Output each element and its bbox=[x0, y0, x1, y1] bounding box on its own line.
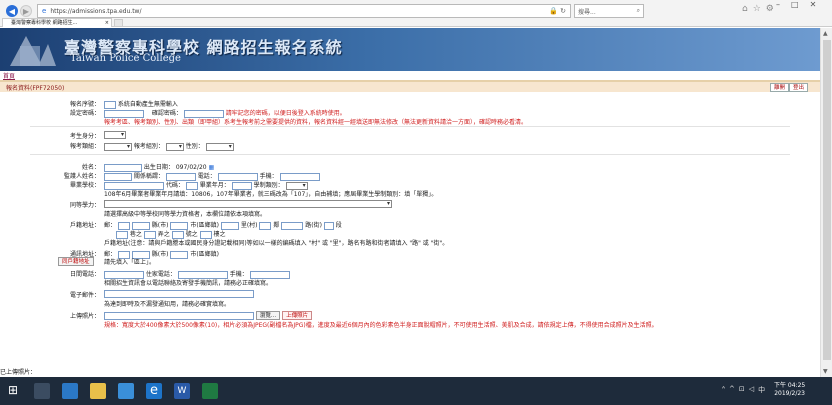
upload-button[interactable]: 上傳照片 bbox=[282, 311, 313, 320]
browse-button[interactable]: 瀏覽... bbox=[255, 311, 281, 320]
neighbor-field[interactable] bbox=[259, 221, 272, 230]
category-select[interactable] bbox=[104, 142, 132, 151]
new-tab-button[interactable] bbox=[114, 19, 123, 27]
person-icon[interactable]: ᴬ bbox=[722, 385, 725, 395]
site-banner: 臺灣警察專科學校 網路招生報名系統 Taiwan Police College bbox=[0, 28, 820, 71]
address-bar[interactable]: e https://admissions.tpa.edu.tw/ 🔒 ↻ bbox=[37, 4, 571, 18]
back-arrow-icon[interactable]: ◀ bbox=[6, 5, 18, 17]
leave-button[interactable]: 離開 bbox=[770, 83, 790, 92]
store-icon[interactable] bbox=[118, 383, 134, 399]
home-icon[interactable]: ⌂ bbox=[742, 4, 748, 14]
road-field[interactable] bbox=[281, 221, 304, 230]
browser-chrome: ◀ ▶ e https://admissions.tpa.edu.tw/ 🔒 ↻… bbox=[0, 0, 832, 27]
network-icon[interactable]: ⊡ bbox=[739, 385, 745, 395]
search-icon[interactable]: ⌕ bbox=[637, 7, 640, 15]
browser-tools: ⌂ ☆ ⚙ bbox=[742, 4, 774, 14]
logout-button[interactable]: 登出 bbox=[789, 83, 809, 92]
photo-note: 規格：寬度大於400像素大於500像素(10)，相片必須為JPEG(副檔名為JP… bbox=[104, 322, 658, 329]
close-icon[interactable]: ✕ bbox=[810, 0, 817, 9]
equivalent-note: 請選擇高級中等學校同等學力資格者，本欄位請依本項填寫。 bbox=[104, 211, 267, 218]
forward-arrow-icon[interactable]: ▶ bbox=[20, 5, 32, 17]
url-text: https://admissions.tpa.edu.tw/ bbox=[50, 7, 142, 15]
phone-note: 相關招生資訊會以電話聯絡及寄發手機簡訊，請務必正確填寫。 bbox=[104, 280, 273, 287]
banner-subtitle: Taiwan Police College bbox=[70, 53, 181, 64]
ie-logo-icon: e bbox=[42, 7, 47, 15]
browser-tab[interactable]: 臺灣警察專科學校 網路招生... × bbox=[2, 18, 112, 27]
identity-select[interactable] bbox=[104, 131, 126, 139]
gender-select[interactable] bbox=[205, 142, 234, 151]
password-warning: 報考考區、報考類別、性別、出類（即甲組）系考生報考前之需要提供的資料，報名資料經… bbox=[104, 119, 528, 126]
desktop-icon[interactable] bbox=[62, 383, 78, 399]
birth-value: 097/02/20 bbox=[175, 164, 207, 171]
section-title: 報名資料(FPF72050) bbox=[6, 84, 65, 92]
home-link[interactable]: 首頁 bbox=[0, 71, 15, 80]
uploaded-label: 已上傳照片： bbox=[0, 369, 37, 376]
page-content: 臺灣警察專科學校 網路招生報名系統 Taiwan Police College … bbox=[0, 28, 820, 377]
windows-start-icon[interactable]: ⊞ bbox=[8, 383, 24, 399]
excel-icon[interactable] bbox=[202, 383, 218, 399]
section-bar: 報名資料(FPF72050) 離開 登出 bbox=[0, 80, 820, 92]
task-view-icon[interactable] bbox=[34, 383, 50, 399]
ie-browser-icon[interactable]: e bbox=[146, 383, 162, 399]
system-tray: ᴬ ^ ⊡ ◁ 中 bbox=[722, 385, 765, 395]
calendar-icon[interactable]: ▦ bbox=[209, 164, 215, 171]
same-address-button[interactable]: 同戶籍地址 bbox=[58, 257, 94, 266]
star-icon[interactable]: ☆ bbox=[753, 4, 761, 14]
tab-close-icon[interactable]: × bbox=[105, 19, 109, 27]
maximize-icon[interactable]: □ bbox=[791, 0, 799, 9]
divider bbox=[30, 154, 790, 155]
chevron-up-icon[interactable]: ^ bbox=[729, 385, 735, 395]
mail-note: 請先填入「區上」。 bbox=[104, 259, 156, 266]
address-note: 戶籍地址(注意：請與戶籍謄本或國民身分證記載相同)等如以一樣的編碼填入 "村" … bbox=[104, 240, 449, 247]
scroll-up-icon[interactable]: ▲ bbox=[823, 30, 828, 37]
police-emblem-icon bbox=[10, 36, 56, 66]
lock-refresh-icon[interactable]: 🔒 ↻ bbox=[549, 7, 566, 15]
window-controls: – □ ✕ bbox=[776, 0, 816, 9]
taskbar: ⊞ e W ᴬ ^ ⊡ ◁ 中 下午 04:25 2019/2/23 bbox=[0, 377, 832, 405]
equivalent-select[interactable] bbox=[104, 200, 392, 208]
page-scrollbar[interactable]: ▲ ▼ bbox=[820, 28, 832, 377]
divider bbox=[30, 126, 790, 127]
photo-path-field[interactable] bbox=[104, 311, 254, 320]
email-note: 為達到即時及不漏發通知用，請務必確實填寫。 bbox=[104, 301, 231, 308]
email-field[interactable] bbox=[104, 290, 254, 298]
school-note: 108年6月畢業者畢業年月請填：10806，107年畢業者，就三碼改為「107」… bbox=[104, 191, 438, 198]
ime-icon[interactable]: 中 bbox=[758, 385, 765, 395]
clock[interactable]: 下午 04:25 2019/2/23 bbox=[774, 382, 805, 398]
search-input[interactable]: 搜尋... ⌕ bbox=[574, 4, 644, 18]
mail-district-field[interactable] bbox=[170, 250, 189, 259]
subject-select[interactable] bbox=[165, 142, 184, 151]
scroll-thumb[interactable] bbox=[823, 40, 831, 360]
file-explorer-icon[interactable] bbox=[90, 383, 106, 399]
gear-icon[interactable]: ⚙ bbox=[766, 4, 774, 14]
section-field[interactable] bbox=[323, 221, 334, 230]
scroll-down-icon[interactable]: ▼ bbox=[823, 368, 828, 375]
minimize-icon[interactable]: – bbox=[776, 0, 780, 9]
volume-icon[interactable]: ◁ bbox=[749, 385, 754, 395]
word-icon[interactable]: W bbox=[174, 383, 190, 399]
